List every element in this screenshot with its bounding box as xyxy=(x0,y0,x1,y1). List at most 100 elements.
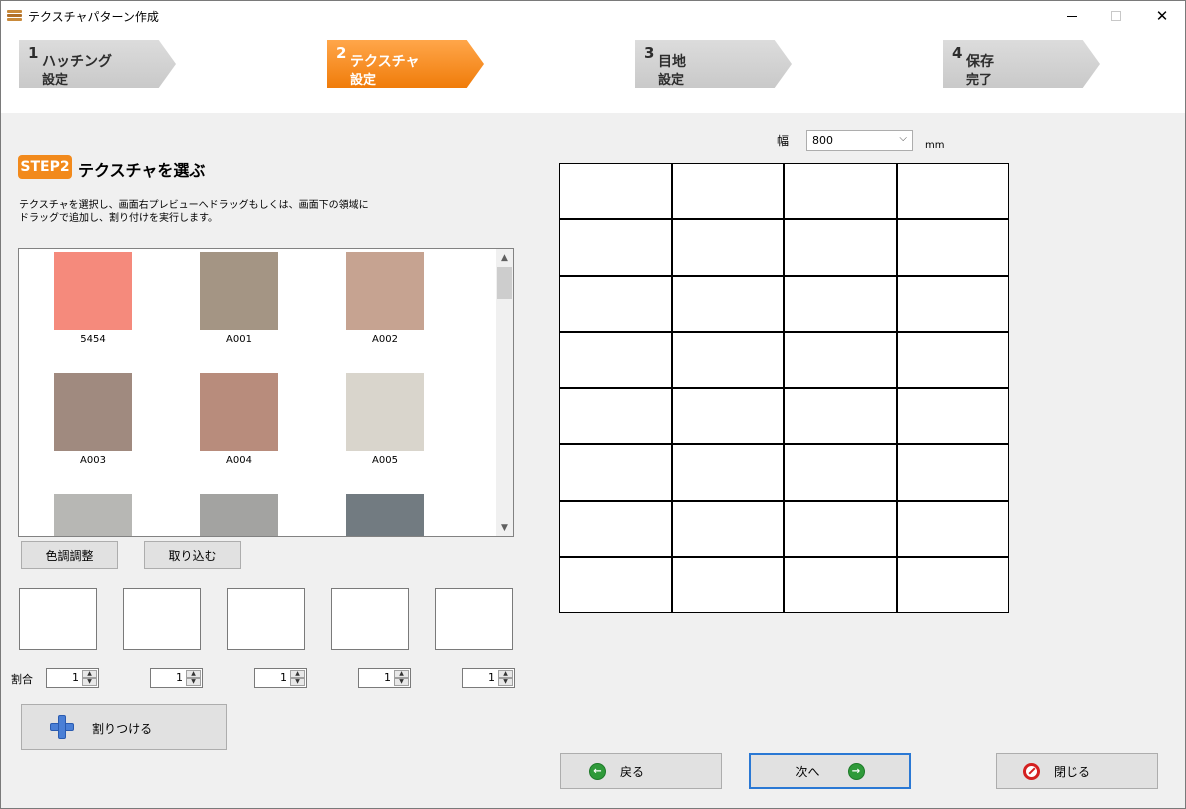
plus-icon xyxy=(50,715,74,739)
spin-up-icon[interactable]: ▲ xyxy=(82,670,97,678)
preview-tile[interactable] xyxy=(560,332,671,387)
step-3-joint: 3 目地 設定 xyxy=(635,40,792,88)
color-adjust-button[interactable]: 色調調整 xyxy=(21,541,118,569)
spin-up-icon[interactable]: ▲ xyxy=(186,670,201,678)
preview-tile[interactable] xyxy=(560,389,671,444)
preview-tile[interactable] xyxy=(560,164,671,219)
next-button[interactable]: 次へ → xyxy=(749,753,911,789)
texture-slot-1[interactable] xyxy=(19,588,97,650)
texture-swatch[interactable] xyxy=(54,373,132,451)
preview-tile[interactable] xyxy=(897,164,1008,219)
preview-tile[interactable] xyxy=(897,501,1008,556)
preview-tile[interactable] xyxy=(785,220,896,275)
ratio-spinner-3[interactable]: 1 ▲ ▼ xyxy=(254,668,307,688)
preview-tile[interactable] xyxy=(785,164,896,219)
preview-tile[interactable] xyxy=(672,276,783,331)
step-sublabel: 完了 xyxy=(966,73,993,88)
next-label: 次へ xyxy=(795,764,820,779)
scroll-up-icon[interactable]: ▲ xyxy=(496,249,513,266)
spin-up-icon[interactable]: ▲ xyxy=(498,670,513,678)
preview-tile[interactable] xyxy=(560,501,671,556)
ratio-spinner-5[interactable]: 1 ▲ ▼ xyxy=(462,668,515,688)
width-select[interactable]: 800 ⌵ xyxy=(806,130,913,151)
step-number: 4 xyxy=(952,44,963,62)
scroll-down-icon[interactable]: ▼ xyxy=(496,519,513,536)
texture-label: A005 xyxy=(372,455,398,466)
maximize-button[interactable] xyxy=(1093,1,1139,31)
prohibited-icon xyxy=(1023,762,1040,780)
spin-down-icon[interactable]: ▼ xyxy=(394,678,409,686)
ratio-spinner-1[interactable]: 1 ▲ ▼ xyxy=(46,668,99,688)
ratio-spinner-4[interactable]: 1 ▲ ▼ xyxy=(358,668,411,688)
preview-tile[interactable] xyxy=(672,164,783,219)
spin-down-icon[interactable]: ▼ xyxy=(186,678,201,686)
preview-tile[interactable] xyxy=(560,220,671,275)
texture-slot-4[interactable] xyxy=(331,588,409,650)
texture-swatch[interactable] xyxy=(346,252,424,330)
spin-down-icon[interactable]: ▼ xyxy=(82,678,97,686)
preview-tile[interactable] xyxy=(672,557,783,612)
preview-tile[interactable] xyxy=(672,445,783,500)
texture-label: A003 xyxy=(80,455,106,466)
preview-tile[interactable] xyxy=(897,276,1008,331)
texture-slot-5[interactable] xyxy=(435,588,513,650)
spin-up-icon[interactable]: ▲ xyxy=(394,670,409,678)
ratio-value: 1 xyxy=(488,671,495,684)
ratio-spinner-2[interactable]: 1 ▲ ▼ xyxy=(150,668,203,688)
texture-label: A001 xyxy=(226,334,252,345)
spin-down-icon[interactable]: ▼ xyxy=(498,678,513,686)
import-button[interactable]: 取り込む xyxy=(144,541,241,569)
preview-tile[interactable] xyxy=(897,220,1008,275)
preview-tile[interactable] xyxy=(897,557,1008,612)
arrow-right-icon: → xyxy=(847,762,865,780)
texture-swatch[interactable] xyxy=(346,373,424,451)
texture-swatch[interactable] xyxy=(54,252,132,330)
preview-tile[interactable] xyxy=(672,389,783,444)
texture-swatch[interactable] xyxy=(200,252,278,330)
step-1-hatching: 1 ハッチング 設定 xyxy=(19,40,176,88)
preview-tile[interactable] xyxy=(785,389,896,444)
maximize-icon xyxy=(1111,11,1121,21)
step-label: 目地 xyxy=(658,54,686,70)
back-button[interactable]: ← 戻る xyxy=(560,753,722,789)
texture-label: A002 xyxy=(372,334,398,345)
preview-tile[interactable] xyxy=(785,332,896,387)
preview-tile[interactable] xyxy=(897,389,1008,444)
step-label: テクスチャ xyxy=(350,54,420,70)
step-sublabel: 設定 xyxy=(350,73,377,88)
instructions-text: テクスチャを選択し、画面右プレビューへドラッグもしくは、画面下の領域に ドラッグ… xyxy=(19,199,419,225)
ratio-value: 1 xyxy=(280,671,287,684)
step-number: 1 xyxy=(28,44,39,62)
instructions-line: ドラッグで追加し、割り付けを実行します。 xyxy=(19,213,218,224)
close-button[interactable]: 閉じる xyxy=(996,753,1158,789)
preview-tile[interactable] xyxy=(560,445,671,500)
texture-slot-2[interactable] xyxy=(123,588,201,650)
preview-tile[interactable] xyxy=(785,557,896,612)
texture-list-scrollbar[interactable]: ▲ ▼ xyxy=(496,249,513,536)
assign-button[interactable]: 割りつける xyxy=(21,704,227,750)
texture-list[interactable]: 5454 A001 A002 A003 A004 A005 ▲ ▼ xyxy=(18,248,514,537)
spin-down-icon[interactable]: ▼ xyxy=(290,678,305,686)
preview-tile[interactable] xyxy=(785,276,896,331)
texture-swatch[interactable] xyxy=(54,494,132,536)
texture-swatch[interactable] xyxy=(346,494,424,536)
scroll-thumb[interactable] xyxy=(497,267,512,299)
step-sublabel: 設定 xyxy=(658,73,685,88)
preview-tile[interactable] xyxy=(672,501,783,556)
preview-tile[interactable] xyxy=(785,501,896,556)
preview-tile[interactable] xyxy=(672,332,783,387)
texture-swatch[interactable] xyxy=(200,373,278,451)
instructions-line: テクスチャを選択し、画面右プレビューへドラッグもしくは、画面下の領域に xyxy=(19,200,369,211)
window-close-button[interactable]: ✕ xyxy=(1139,1,1185,31)
texture-swatch[interactable] xyxy=(200,494,278,536)
preview-tile[interactable] xyxy=(897,445,1008,500)
preview-tile[interactable] xyxy=(560,557,671,612)
preview-tile[interactable] xyxy=(785,445,896,500)
preview-tile[interactable] xyxy=(897,332,1008,387)
preview-tile[interactable] xyxy=(672,220,783,275)
minimize-button[interactable] xyxy=(1049,1,1095,31)
spin-up-icon[interactable]: ▲ xyxy=(290,670,305,678)
preview-grid[interactable] xyxy=(559,163,1009,613)
preview-tile[interactable] xyxy=(560,276,671,331)
texture-slot-3[interactable] xyxy=(227,588,305,650)
